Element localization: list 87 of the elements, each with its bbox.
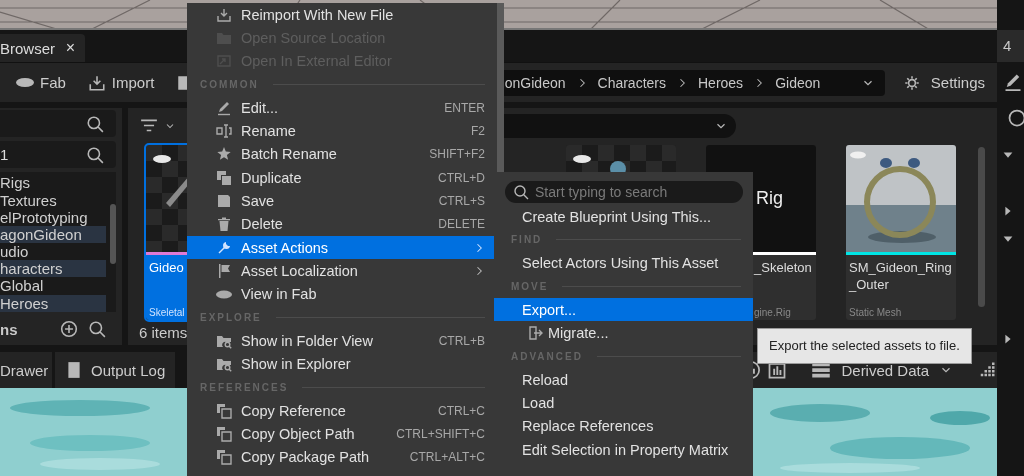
menu-item[interactable]: Show in Folder View CTRL+B <box>187 329 497 353</box>
import-tray-icon <box>216 6 232 23</box>
menu-item[interactable]: Asset Actions <box>187 235 497 260</box>
tree-item[interactable]: Rigs <box>0 174 106 192</box>
keyboard-shortcut: ENTER <box>444 100 485 115</box>
keyboard-shortcut: CTRL+ALT+C <box>409 450 485 465</box>
panel-label: ns <box>0 320 18 338</box>
duplicate-icon <box>216 169 232 186</box>
asset-tile[interactable]: SM_Gideon_Ring_Outer Static Mesh <box>846 145 956 320</box>
copy-icon <box>216 426 232 442</box>
asset-name: _Skeleton <box>754 259 812 276</box>
scrollbar[interactable] <box>978 147 985 307</box>
menu-item[interactable]: Show in Explorer <box>187 352 497 376</box>
menu-item[interactable]: Replace References <box>494 414 753 438</box>
pencil-icon[interactable] <box>1003 72 1023 92</box>
asset-name: Gideo <box>149 259 184 276</box>
migrate-icon <box>528 325 544 342</box>
import-tray-icon <box>87 73 106 92</box>
menu-item[interactable]: Save CTRL+S <box>187 189 497 213</box>
logo-icon <box>216 289 232 299</box>
menu-item[interactable]: Copy Object Path CTRL+SHIFT+C <box>187 422 497 446</box>
fab-button[interactable]: Fab <box>12 74 70 91</box>
menu-item[interactable]: Batch Rename SHIFT+F2 <box>187 142 497 167</box>
menu-item[interactable]: Edit... ENTER <box>187 96 497 120</box>
keyboard-shortcut: F2 <box>471 124 485 139</box>
logo-icon <box>16 78 34 87</box>
keyboard-shortcut: DELETE <box>438 217 485 232</box>
tree-item[interactable]: elPrototyping <box>0 208 106 226</box>
wrench-icon <box>216 239 232 256</box>
breadcrumb-link[interactable]: Heroes <box>698 74 744 91</box>
copy-icon <box>216 402 232 419</box>
keyboard-shortcut: CTRL+S <box>438 194 485 208</box>
keyboard-shortcut: CTRL+D <box>438 170 485 185</box>
close-button[interactable]: × <box>65 39 75 57</box>
menu-item[interactable]: Delete DELETE <box>187 212 497 236</box>
asset-type: Static Mesh <box>849 307 902 318</box>
browser-tab[interactable]: Browser × <box>0 34 85 62</box>
flag-icon <box>216 262 232 279</box>
settings-button[interactable]: Settings <box>898 73 989 92</box>
pencil-icon <box>216 99 232 116</box>
search-icon <box>513 184 529 200</box>
asset-type: Skeletal <box>149 307 185 318</box>
search-icon <box>86 145 104 164</box>
menu-item[interactable]: Migrate... <box>494 321 753 345</box>
breadcrumb-link[interactable]: Gideon <box>775 74 821 91</box>
import-button[interactable]: Import <box>83 73 159 92</box>
scrollbar[interactable] <box>110 204 116 265</box>
asset-name: SM_Gideon_Ring_Outer <box>849 259 953 293</box>
copy-icon <box>216 449 232 466</box>
text-cursor-icon <box>216 123 232 140</box>
menu-item[interactable]: Load <box>494 391 753 415</box>
tree-item[interactable]: Global <box>0 277 106 295</box>
breadcrumb-link[interactable]: onGideon <box>504 74 566 91</box>
search-field[interactable] <box>0 110 116 138</box>
search-icon <box>86 114 104 133</box>
drawer-tab[interactable]: Drawer <box>0 352 52 388</box>
tree-item[interactable]: Heroes <box>0 294 106 312</box>
gear-icon <box>902 73 921 92</box>
keyboard-shortcut: CTRL+C <box>438 403 485 418</box>
menu-item[interactable]: Copy Reference CTRL+C <box>187 399 497 423</box>
keyboard-shortcut: CTRL+B <box>438 333 485 348</box>
output-log-tab[interactable]: Output Log <box>55 352 176 388</box>
tooltip: Export the selected assets to file. <box>757 328 972 364</box>
folder-search-icon <box>216 356 232 373</box>
thumbnail-label: Rig <box>756 188 783 209</box>
search-field[interactable]: Start typing to search <box>505 181 743 203</box>
trash-icon <box>216 216 232 233</box>
keyboard-shortcut: CTRL+SHIFT+C <box>396 427 485 441</box>
search-field[interactable]: 1 <box>0 141 116 169</box>
menu-item[interactable]: Asset Localization <box>187 259 497 283</box>
menu-item[interactable]: Reload <box>494 368 753 392</box>
menu-item[interactable]: View in Fab <box>187 282 497 306</box>
item-count: 6 items <box>139 324 188 341</box>
search-icon[interactable] <box>88 320 106 339</box>
panel-tab[interactable]: 4 <box>997 30 1024 62</box>
tree-item[interactable]: agonGideon <box>0 225 106 244</box>
menu-item[interactable]: Copy Package Path CTRL+ALT+C <box>187 445 497 469</box>
keyboard-shortcut: SHIFT+F2 <box>429 147 485 162</box>
menu-item[interactable]: Duplicate CTRL+D <box>187 166 497 190</box>
tree-item[interactable]: haracters <box>0 260 106 278</box>
menu-item[interactable]: Rename F2 <box>187 119 497 143</box>
menu-item[interactable]: Export... <box>494 298 753 322</box>
breadcrumb-link[interactable]: Characters <box>597 74 666 91</box>
tree-item[interactable]: udio <box>0 243 106 261</box>
asset-type: gine.Rig <box>754 307 791 318</box>
menu-item[interactable]: Edit Selection in Property Matrix <box>494 437 753 462</box>
tree-item[interactable]: Textures <box>0 191 106 209</box>
